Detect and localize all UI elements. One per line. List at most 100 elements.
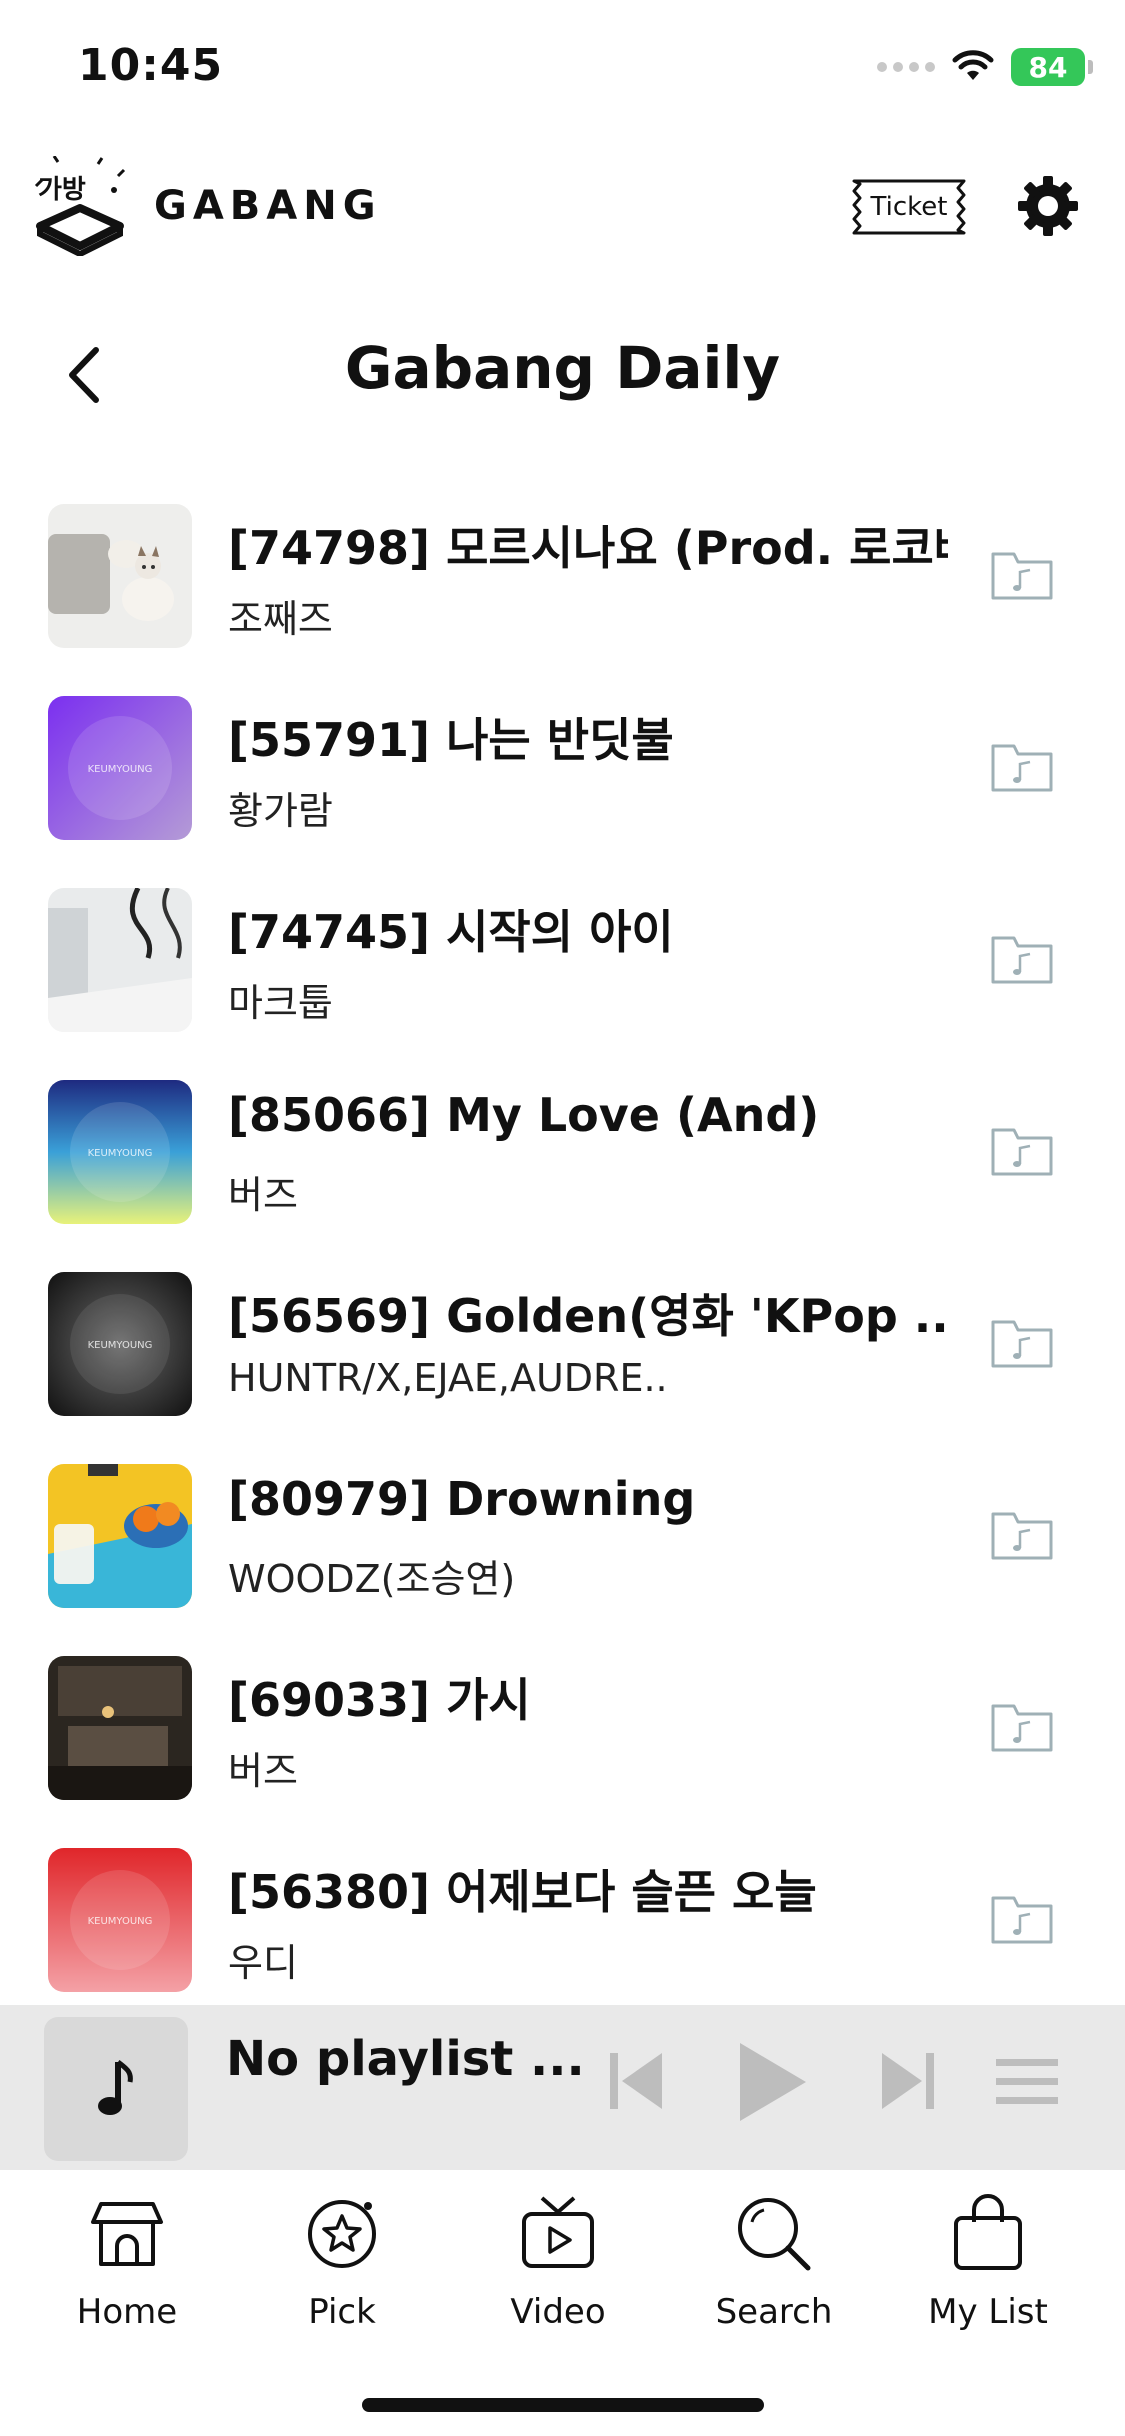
music-folder-icon <box>991 1128 1053 1176</box>
svg-text:KEUMYOUNG: KEUMYOUNG <box>88 1148 153 1159</box>
play-button[interactable] <box>734 2039 810 2129</box>
album-art-dark-room <box>48 1656 192 1800</box>
tab-pick[interactable]: Pick <box>252 2192 432 2332</box>
music-folder-icon <box>991 1320 1053 1368</box>
song-artist: HUNTR/X,EJAE,AUDRE.. <box>228 1356 668 1400</box>
song-title: [55791] 나는 반딧불 <box>228 713 674 767</box>
settings-button[interactable] <box>1016 174 1080 238</box>
album-art-corridor <box>48 888 192 1032</box>
page-title: Gabang Daily <box>344 334 781 402</box>
next-button[interactable] <box>878 2045 938 2119</box>
battery-level: 84 <box>1028 50 1068 84</box>
song-artist: 조째즈 <box>228 597 333 641</box>
song-artist: 마크툽 <box>228 981 333 1025</box>
music-folder-icon <box>991 1704 1053 1752</box>
home-icon <box>91 2202 163 2266</box>
pick-star-icon <box>308 2200 376 2268</box>
tab-label: Pick <box>308 2292 376 2332</box>
song-title: [85066] My Love (And) <box>228 1088 820 1142</box>
song-row[interactable]: [74798] 모르시나요 (Prod. 로코베… 조째즈 <box>0 490 1125 660</box>
song-artist: 버즈 <box>228 1749 298 1793</box>
album-art-red: KEUMYOUNG <box>48 1848 192 1992</box>
album-art-cats <box>48 504 192 648</box>
song-artist: 버즈 <box>228 1173 298 1217</box>
svg-text:KEUMYOUNG: KEUMYOUNG <box>88 764 153 775</box>
add-to-playlist-button[interactable] <box>990 1124 1054 1180</box>
album-art-black: KEUMYOUNG <box>48 1272 192 1416</box>
status-bar: 10:45 84 <box>0 0 1125 130</box>
previous-button[interactable] <box>606 2045 666 2119</box>
song-title: [56380] 어제보다 슬픈 오늘 <box>228 1865 817 1919</box>
song-artist: WOODZ(조승연) <box>228 1557 516 1601</box>
ticket-label: Ticket <box>870 192 948 222</box>
playlist-menu-button[interactable] <box>996 2057 1058 2111</box>
add-to-playlist-button[interactable] <box>990 1700 1054 1756</box>
play-icon <box>740 2043 806 2121</box>
song-row[interactable]: [80979] Drowning WOODZ(조승연) <box>0 1450 1125 1620</box>
song-title: [74798] 모르시나요 (Prod. 로코베… <box>228 521 948 575</box>
song-row[interactable]: [69033] 가시 버즈 <box>0 1642 1125 1812</box>
app-header: 가방 GABANG Ticket <box>0 150 1125 260</box>
add-to-playlist-button[interactable] <box>990 1508 1054 1564</box>
song-row[interactable]: KEUMYOUNG [85066] My Love (And) 버즈 <box>0 1066 1125 1236</box>
home-indicator[interactable] <box>362 2398 764 2412</box>
mini-player-title: No playlist ... <box>226 2031 585 2087</box>
song-row[interactable]: [74745] 시작의 아이 마크툽 <box>0 874 1125 1044</box>
song-title: [74745] 시작의 아이 <box>228 905 674 959</box>
tab-my-list[interactable]: My List <box>898 2192 1078 2332</box>
shopping-bag-icon <box>954 2194 1022 2270</box>
music-folder-icon <box>991 744 1053 792</box>
tab-label: Home <box>76 2292 178 2332</box>
tab-label: Search <box>715 2292 833 2332</box>
gabang-logo[interactable]: 가방 GABANG <box>28 156 382 256</box>
song-title: [56569] Golden(영화 'KPop ... <box>228 1289 948 1343</box>
logo-text: GABANG <box>154 183 382 229</box>
battery-icon: 84 <box>1011 48 1093 86</box>
song-row[interactable]: KEUMYOUNG [55791] 나는 반딧불 황가람 <box>0 682 1125 852</box>
song-row[interactable]: KEUMYOUNG [56380] 어제보다 슬픈 오늘 우디 <box>0 1834 1125 2004</box>
tab-label: Video <box>510 2292 606 2332</box>
music-folder-icon <box>991 936 1053 984</box>
status-indicators: 84 <box>877 48 1093 86</box>
tab-search[interactable]: Search <box>684 2192 864 2332</box>
tab-video[interactable]: Video <box>468 2192 648 2332</box>
wifi-icon <box>952 50 994 80</box>
song-title: [69033] 가시 <box>228 1673 531 1727</box>
title-row: Gabang Daily <box>0 320 1125 420</box>
status-time: 10:45 <box>78 40 224 91</box>
gabang-logo-icon: 가방 <box>34 156 126 256</box>
music-folder-icon <box>991 1512 1053 1560</box>
add-to-playlist-button[interactable] <box>990 932 1054 988</box>
video-tv-icon <box>522 2196 594 2268</box>
music-note-icon <box>98 2059 133 2115</box>
song-artist: 우디 <box>228 1941 298 1985</box>
ticket-button[interactable]: Ticket <box>848 178 970 236</box>
song-title: [80979] Drowning <box>228 1472 696 1526</box>
svg-text:KEUMYOUNG: KEUMYOUNG <box>88 1340 153 1351</box>
song-artist: 황가람 <box>228 789 333 833</box>
search-icon <box>738 2198 811 2271</box>
tab-home[interactable]: Home <box>37 2192 217 2332</box>
album-art-gradient-blue: KEUMYOUNG <box>48 1080 192 1224</box>
music-folder-icon <box>991 1896 1053 1944</box>
mini-player-art <box>44 2017 188 2161</box>
add-to-playlist-button[interactable] <box>990 740 1054 796</box>
add-to-playlist-button[interactable] <box>990 548 1054 604</box>
album-art-purple: KEUMYOUNG <box>48 696 192 840</box>
skip-next-icon <box>882 2053 934 2109</box>
menu-icon <box>996 2059 1058 2104</box>
tab-bar: Home Pick Video Search My List <box>0 2170 1125 2370</box>
cellular-signal-icon <box>877 62 935 72</box>
song-row[interactable]: KEUMYOUNG [56569] Golden(영화 'KPop ... HU… <box>0 1258 1125 1428</box>
svg-text:가방: 가방 <box>38 175 86 205</box>
svg-text:KEUMYOUNG: KEUMYOUNG <box>88 1916 153 1927</box>
skip-previous-icon <box>610 2053 662 2109</box>
add-to-playlist-button[interactable] <box>990 1316 1054 1372</box>
music-folder-icon <box>991 552 1053 600</box>
add-to-playlist-button[interactable] <box>990 1892 1054 1948</box>
mini-player[interactable]: No playlist ... <box>0 2005 1125 2170</box>
album-art-oranges <box>48 1464 192 1608</box>
tab-label: My List <box>928 2292 1048 2332</box>
gear-icon <box>1018 176 1078 236</box>
app-screen: 10:45 84 가방 GABANG Ticket Gabang Daily [… <box>0 0 1125 2436</box>
